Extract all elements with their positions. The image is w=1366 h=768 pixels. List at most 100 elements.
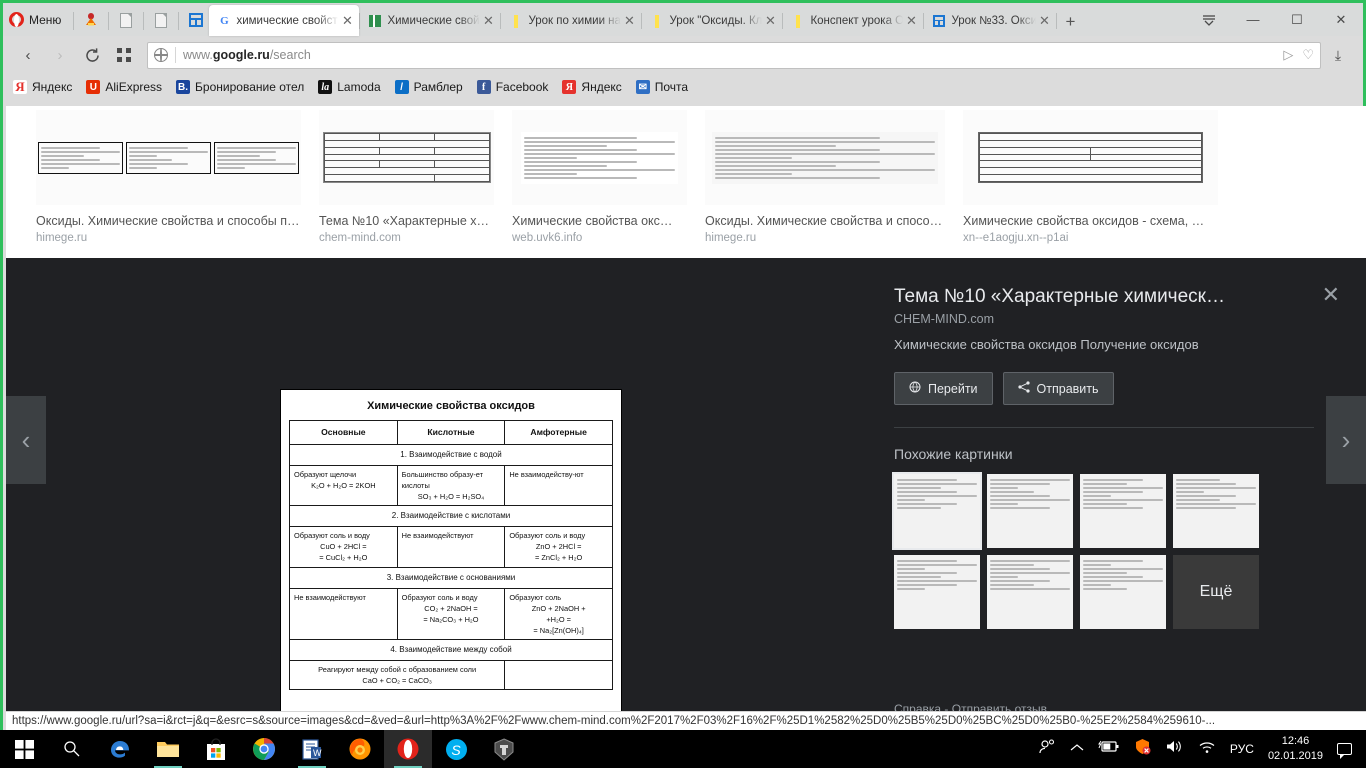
bookmark-yandex[interactable]: Я Яндекс bbox=[13, 79, 73, 94]
tab-close-icon[interactable]: ✕ bbox=[339, 13, 355, 29]
opera-turbo-icon[interactable] bbox=[78, 7, 104, 33]
battery-icon[interactable] bbox=[1097, 740, 1120, 758]
tab-menu-icon[interactable] bbox=[1187, 6, 1231, 33]
wifi-icon[interactable] bbox=[1198, 740, 1216, 759]
clock[interactable]: 12:46 02.01.2019 bbox=[1268, 734, 1323, 764]
store-button[interactable] bbox=[192, 730, 240, 768]
tab-close-icon[interactable]: ✕ bbox=[1036, 13, 1052, 29]
language-indicator[interactable]: РУС bbox=[1230, 742, 1254, 756]
result-thumbnail[interactable] bbox=[705, 110, 945, 205]
cell-acidic: Не взаимодействуют bbox=[396, 526, 506, 568]
similar-image-5[interactable] bbox=[987, 555, 1073, 629]
minimize-button[interactable]: — bbox=[1231, 6, 1275, 33]
share-icon bbox=[1017, 381, 1030, 396]
visit-button[interactable]: Перейти bbox=[894, 372, 993, 405]
send-icon[interactable]: ▷ bbox=[1283, 47, 1293, 63]
bookmarks-bar: Я Яндекс U AliExpress B. Бронирование от… bbox=[3, 74, 1363, 100]
bookmark-label: Бронирование отел bbox=[195, 80, 305, 94]
similar-images-heading: Похожие картинки bbox=[894, 446, 1013, 462]
panel-title: Тема №10 «Характерные химическ… bbox=[894, 286, 1225, 307]
result-card-3[interactable]: Оксиды. Химические свойства и спосо… him… bbox=[705, 110, 945, 258]
speed-dial-icon[interactable] bbox=[183, 7, 209, 33]
browser-tab-4[interactable]: Конспект урока Ок ✕ bbox=[783, 6, 923, 36]
result-card-1[interactable]: Тема №10 «Характерные х… chem-mind.com bbox=[319, 110, 494, 258]
search-button[interactable] bbox=[48, 730, 96, 768]
opera-button[interactable] bbox=[384, 730, 432, 768]
similar-image-1[interactable] bbox=[987, 474, 1073, 548]
opera-menu-button[interactable]: Меню bbox=[3, 6, 69, 33]
result-thumbnail[interactable] bbox=[512, 110, 687, 205]
avast-icon[interactable] bbox=[1134, 738, 1151, 760]
address-bar[interactable]: www. google.ru/search ▷ ♡ bbox=[147, 41, 1321, 69]
back-button[interactable]: ‹ bbox=[13, 41, 43, 69]
result-domain: chem-mind.com bbox=[319, 232, 401, 244]
chrome-button[interactable] bbox=[240, 730, 288, 768]
bookmark-booking[interactable]: B. Бронирование отел bbox=[176, 80, 304, 94]
cell-empty bbox=[504, 659, 613, 691]
new-tab-button[interactable]: + bbox=[1057, 12, 1083, 36]
tab-close-icon[interactable]: ✕ bbox=[762, 13, 778, 29]
divider bbox=[108, 12, 110, 30]
browser-tab-2[interactable]: Урок по химии на ✕ bbox=[501, 6, 641, 36]
selected-image[interactable]: Химические свойства оксидов Основные Кис… bbox=[280, 389, 622, 730]
chevron-up-icon[interactable] bbox=[1070, 740, 1084, 758]
download-icon[interactable]: ⤓ bbox=[1323, 41, 1353, 69]
similar-image-6[interactable] bbox=[1080, 555, 1166, 629]
status-bar-url: https://www.google.ru/url?sa=i&rct=j&q=&… bbox=[6, 711, 1366, 730]
explorer-button[interactable] bbox=[144, 730, 192, 768]
similar-images-more-button[interactable]: Ещё bbox=[1173, 555, 1259, 629]
tab-title: химические свойст bbox=[236, 14, 338, 27]
firefox-button[interactable] bbox=[336, 730, 384, 768]
edge-button[interactable] bbox=[96, 730, 144, 768]
bookmark-yandex-2[interactable]: Я Яндекс bbox=[562, 80, 622, 94]
result-card-0[interactable]: Оксиды. Химические свойства и способы по… bbox=[36, 110, 301, 258]
bookmark-mail[interactable]: ✉ Почта bbox=[635, 80, 688, 94]
speed-dial-button[interactable] bbox=[109, 41, 139, 69]
skype-button[interactable]: S bbox=[432, 730, 480, 768]
people-icon[interactable] bbox=[1038, 738, 1056, 760]
tab-title: Урок по химии на bbox=[528, 15, 621, 27]
browser-tab-1[interactable]: Химические свойс ✕ bbox=[360, 6, 500, 36]
cell-acidic: Большинство образу-ет кислоты SO₃ + H₂O … bbox=[396, 464, 506, 507]
bookmark-facebook[interactable]: f Facebook bbox=[476, 80, 548, 94]
similar-image-4[interactable] bbox=[894, 555, 980, 629]
bookmark-aliexpress[interactable]: U AliExpress bbox=[86, 80, 162, 94]
result-card-2[interactable]: Химические свойства окс… web.uvk6.info bbox=[512, 110, 687, 258]
similar-image-2[interactable] bbox=[1080, 474, 1166, 548]
result-thumbnail[interactable] bbox=[963, 110, 1218, 205]
tab-close-icon[interactable]: ✕ bbox=[480, 13, 496, 29]
browser-tab-3[interactable]: Урок "Оксиды. Кла ✕ bbox=[642, 6, 782, 36]
page-icon-1[interactable] bbox=[113, 7, 139, 33]
previous-image-button[interactable]: ‹ bbox=[6, 396, 46, 484]
result-thumbnail[interactable] bbox=[319, 110, 494, 205]
share-button[interactable]: Отправить bbox=[1002, 372, 1114, 405]
forward-button[interactable]: › bbox=[45, 41, 75, 69]
bookmark-lamoda[interactable]: la Lamoda bbox=[318, 80, 381, 94]
volume-icon[interactable] bbox=[1165, 739, 1184, 759]
similar-image-0[interactable] bbox=[892, 472, 982, 550]
bookmark-rambler[interactable]: / Рамблер bbox=[394, 80, 463, 94]
close-icon[interactable]: ✕ bbox=[1322, 284, 1340, 306]
word-button[interactable]: W bbox=[288, 730, 336, 768]
result-thumbnail[interactable] bbox=[36, 110, 301, 205]
column-header-amphoteric: Амфотерные bbox=[504, 420, 613, 445]
heart-icon[interactable]: ♡ bbox=[1302, 47, 1314, 63]
notification-icon[interactable] bbox=[1337, 743, 1352, 759]
close-window-button[interactable]: ✕ bbox=[1319, 6, 1363, 33]
result-card-4[interactable]: Химические свойства оксидов - схема, … x… bbox=[963, 110, 1218, 258]
tab-close-icon[interactable]: ✕ bbox=[621, 13, 637, 29]
bookmark-label: Яндекс bbox=[32, 80, 73, 94]
tab-close-icon[interactable]: ✕ bbox=[903, 13, 919, 29]
reload-icon[interactable] bbox=[77, 41, 107, 69]
browser-tab-0[interactable]: G химические свойст ✕ bbox=[209, 5, 360, 36]
page-icon-2[interactable] bbox=[148, 7, 174, 33]
browser-tab-5[interactable]: Урок №33. Оксиды ✕ bbox=[924, 6, 1056, 36]
windows-taskbar: W S РУС 12:46 02.01.2019 bbox=[0, 730, 1366, 768]
result-title: Оксиды. Химические свойства и способы по… bbox=[36, 214, 301, 228]
wot-button[interactable] bbox=[480, 730, 528, 768]
similar-image-3[interactable] bbox=[1173, 474, 1259, 548]
screen: Меню G химические свойст ✕ Химические св… bbox=[0, 0, 1366, 768]
doc-icon bbox=[650, 14, 664, 28]
maximize-button[interactable]: ☐ bbox=[1275, 6, 1319, 33]
start-button[interactable] bbox=[0, 730, 48, 768]
